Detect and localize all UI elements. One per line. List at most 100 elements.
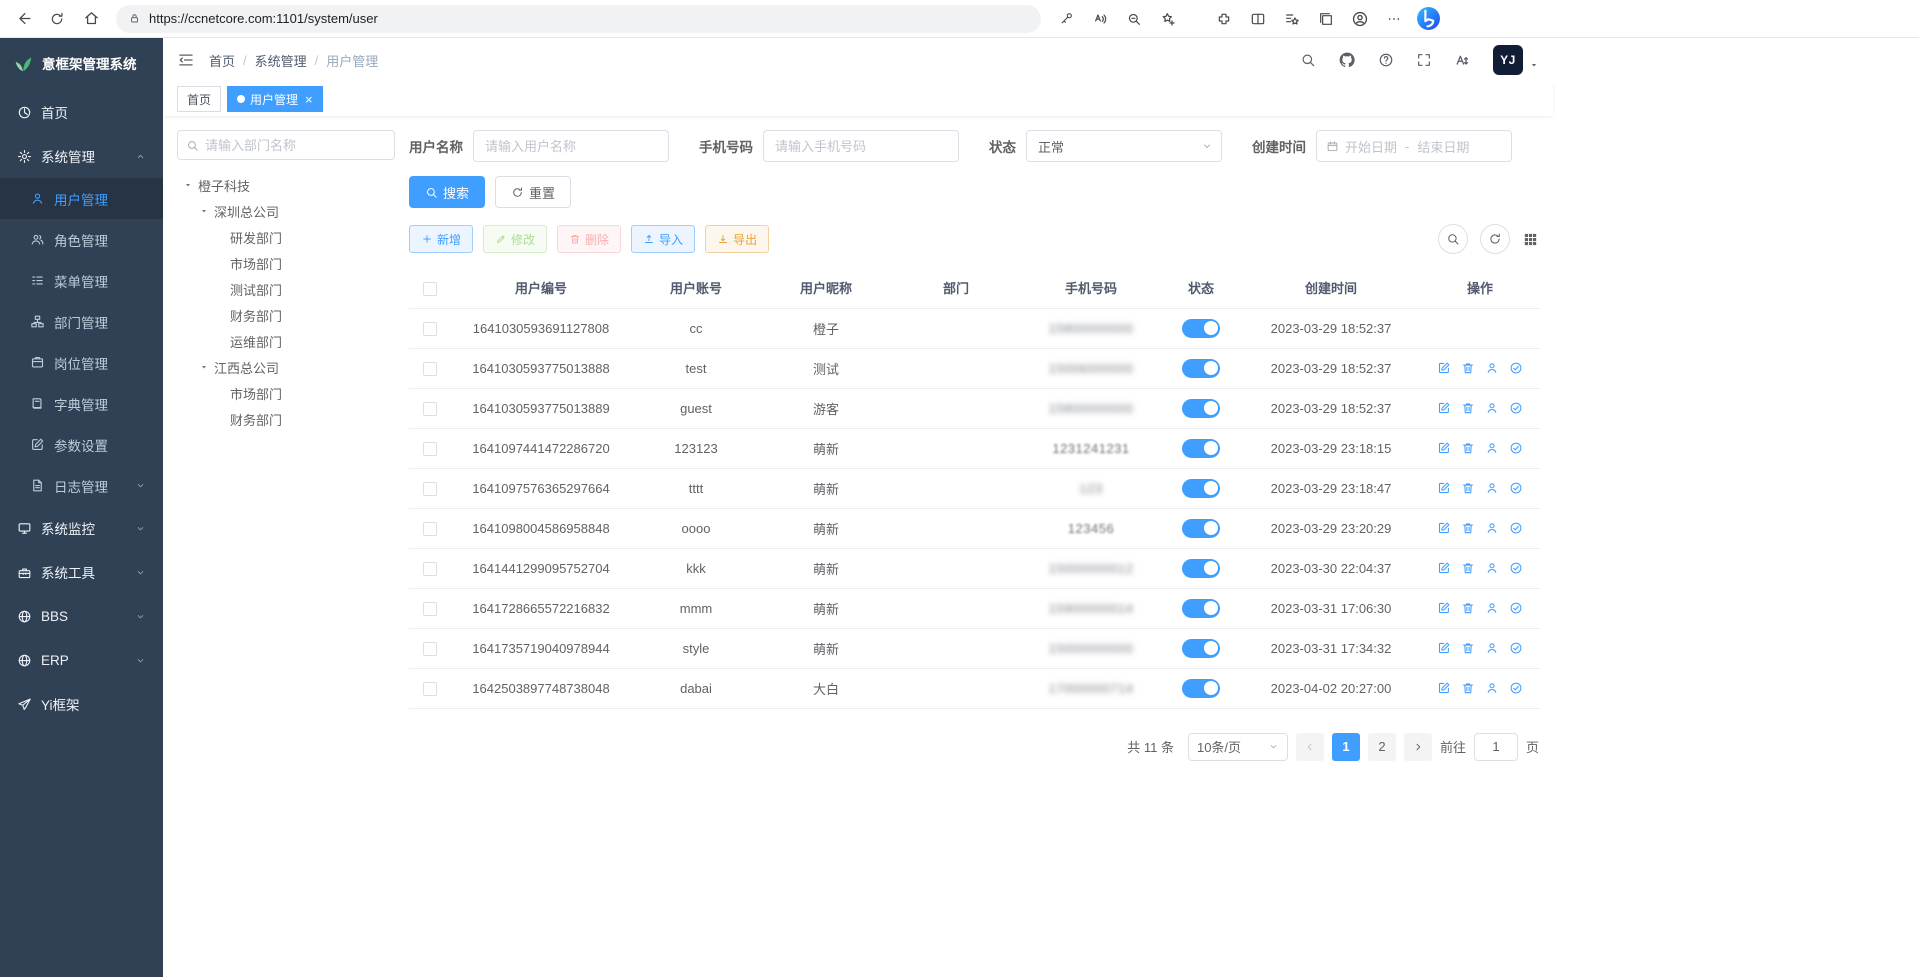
tree-node[interactable]: 深圳总公司 [177,198,395,224]
tree-node[interactable]: 江西总公司 [177,354,395,380]
status-toggle[interactable] [1182,359,1220,378]
delete-action-icon[interactable] [1461,401,1475,415]
assign-role-action-icon[interactable] [1509,521,1523,535]
page-button-2[interactable]: 2 [1368,733,1396,761]
tree-node[interactable]: 市场部门 [177,250,395,276]
assign-role-action-icon[interactable] [1509,681,1523,695]
status-toggle[interactable] [1182,319,1220,338]
row-checkbox[interactable] [423,522,437,536]
date-range-picker[interactable]: 开始日期 - 结束日期 [1316,130,1512,162]
edit-action-icon[interactable] [1437,361,1451,375]
edit-action-icon[interactable] [1437,441,1451,455]
font-size-icon[interactable] [1454,52,1471,69]
edit-action-icon[interactable] [1437,401,1451,415]
goto-page-input[interactable] [1474,733,1518,761]
fullscreen-icon[interactable] [1416,52,1432,68]
sidebar-item-param-settings[interactable]: 参数设置 [0,424,163,465]
reset-password-action-icon[interactable] [1485,441,1499,455]
reset-password-action-icon[interactable] [1485,601,1499,615]
select-all-checkbox[interactable] [423,282,437,296]
tree-node[interactable]: 市场部门 [177,380,395,406]
page-size-select[interactable]: 10条/页 [1188,733,1288,761]
tab-用户管理[interactable]: 用户管理× [227,86,323,112]
column-settings-button[interactable] [1522,231,1539,248]
delete-action-icon[interactable] [1461,441,1475,455]
date-end-placeholder[interactable]: 结束日期 [1417,137,1469,156]
assign-role-action-icon[interactable] [1509,441,1523,455]
tab-close-icon[interactable]: × [305,93,313,106]
tree-node[interactable]: 橙子科技 [177,172,395,198]
sidebar-item-yi-framework[interactable]: Yi框架 [0,682,163,726]
read-aloud-icon[interactable] [1085,4,1115,34]
sidebar-item-system-monitor[interactable]: 系统监控 [0,506,163,550]
row-checkbox[interactable] [423,602,437,616]
row-checkbox[interactable] [423,562,437,576]
row-checkbox[interactable] [423,642,437,656]
import-button[interactable]: 导入 [631,225,695,253]
add-favorite-icon[interactable] [1153,4,1183,34]
department-search[interactable] [177,130,395,160]
status-toggle[interactable] [1182,519,1220,538]
zoom-out-icon[interactable] [1119,4,1149,34]
assign-role-action-icon[interactable] [1509,561,1523,575]
export-button[interactable]: 导出 [705,225,769,253]
caret-down-icon[interactable] [197,206,211,216]
extensions-icon[interactable] [1209,4,1239,34]
sidebar-item-bbs[interactable]: BBS [0,594,163,638]
edit-action-icon[interactable] [1437,561,1451,575]
bing-icon[interactable] [1413,4,1443,34]
tree-node[interactable]: 财务部门 [177,406,395,432]
sidebar-item-role-management[interactable]: 角色管理 [0,219,163,260]
delete-button[interactable]: 删除 [557,225,621,253]
date-start-placeholder[interactable]: 开始日期 [1345,137,1397,156]
assign-role-action-icon[interactable] [1509,641,1523,655]
browser-address-bar[interactable]: https://ccnetcore.com:1101/system/user [116,5,1041,33]
next-page-button[interactable] [1404,733,1432,761]
sidebar-item-dict-management[interactable]: 字典管理 [0,383,163,424]
delete-action-icon[interactable] [1461,561,1475,575]
sidebar-item-home[interactable]: 首页 [0,90,163,134]
status-select[interactable]: 正常 [1026,130,1222,162]
row-checkbox[interactable] [423,682,437,696]
caret-down-icon[interactable] [181,180,195,190]
refresh-table-button[interactable] [1480,224,1510,254]
row-checkbox[interactable] [423,362,437,376]
edit-action-icon[interactable] [1437,481,1451,495]
sidebar-item-system-tools[interactable]: 系统工具 [0,550,163,594]
sidebar-item-dept-management[interactable]: 部门管理 [0,301,163,342]
github-icon[interactable] [1338,51,1356,69]
browser-back-icon[interactable] [8,4,38,34]
row-checkbox[interactable] [423,402,437,416]
phone-input[interactable] [763,130,959,162]
status-toggle[interactable] [1182,679,1220,698]
browser-home-icon[interactable] [76,4,106,34]
browser-refresh-icon[interactable] [42,4,72,34]
lock-icon[interactable] [128,12,141,25]
page-button-1[interactable]: 1 [1332,733,1360,761]
tab-首页[interactable]: 首页 [177,86,221,112]
edit-button[interactable]: 修改 [483,225,547,253]
reset-button[interactable]: 重置 [495,176,571,208]
delete-action-icon[interactable] [1461,641,1475,655]
tree-node[interactable]: 测试部门 [177,276,395,302]
delete-action-icon[interactable] [1461,681,1475,695]
help-icon[interactable] [1378,52,1394,68]
favorites-bar-icon[interactable] [1277,4,1307,34]
sidebar-item-erp[interactable]: ERP [0,638,163,682]
edit-action-icon[interactable] [1437,681,1451,695]
department-search-input[interactable] [205,138,386,153]
search-icon[interactable] [1300,52,1316,68]
reset-password-action-icon[interactable] [1485,641,1499,655]
assign-role-action-icon[interactable] [1509,361,1523,375]
sidebar-fold-icon[interactable] [177,51,195,69]
row-checkbox[interactable] [423,482,437,496]
username-input[interactable] [473,130,669,162]
reset-password-action-icon[interactable] [1485,481,1499,495]
status-toggle[interactable] [1182,479,1220,498]
prev-page-button[interactable] [1296,733,1324,761]
status-toggle[interactable] [1182,399,1220,418]
edit-action-icon[interactable] [1437,601,1451,615]
status-toggle[interactable] [1182,439,1220,458]
delete-action-icon[interactable] [1461,521,1475,535]
reset-password-action-icon[interactable] [1485,681,1499,695]
